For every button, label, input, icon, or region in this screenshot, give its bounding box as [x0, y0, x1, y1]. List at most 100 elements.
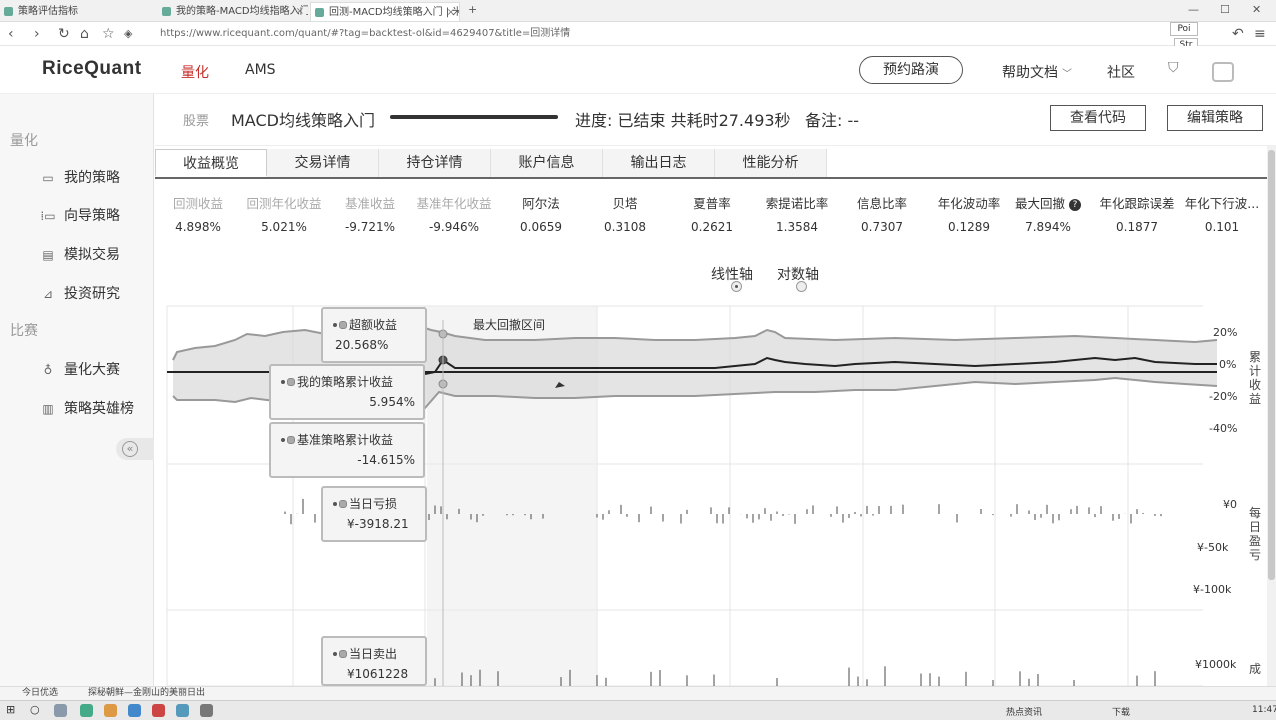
help-docs-menu[interactable]: 帮助文档 ﹀: [1002, 62, 1072, 82]
scrollbar-thumb[interactable]: [1268, 150, 1275, 580]
wizard-icon: ⁞▭: [40, 209, 56, 223]
returns-tick: 20%: [1213, 326, 1238, 339]
maximize-button[interactable]: ☐: [1220, 3, 1230, 16]
book-demo-button[interactable]: 预约路演: [859, 56, 963, 84]
app-icon[interactable]: [128, 704, 141, 717]
metric-value: 0.1877: [1116, 220, 1158, 234]
strategy-type-label: 股票: [183, 114, 210, 129]
backtest-note: 备注: --: [805, 111, 860, 130]
home-icon[interactable]: ⌂: [80, 25, 89, 43]
sidebar-item-wizard-strategies[interactable]: ⁞▭ 向导策略: [40, 205, 120, 225]
ricequant-logo[interactable]: RiceQuant: [42, 58, 142, 80]
user-icon[interactable]: ⛉: [1168, 60, 1179, 76]
log-axis-radio[interactable]: [796, 281, 807, 292]
task-view-icon[interactable]: [54, 704, 67, 717]
metric-value: -9.721%: [344, 220, 396, 234]
tooltip-label: 我的策略累计收益: [271, 372, 423, 392]
avatar[interactable]: [1212, 62, 1234, 82]
close-window-button[interactable]: ✕: [1252, 3, 1261, 16]
metric-downside-vol: 年化下行波... 0.101: [1177, 190, 1267, 236]
undo-icon[interactable]: ↶: [1232, 25, 1244, 43]
tooltip-label: 当日卖出: [323, 644, 425, 664]
os-taskbar: ⊞ ○ 热点资讯 下载 11:47: [0, 700, 1276, 720]
news-label[interactable]: 今日优选: [22, 687, 58, 700]
sidebar-section-quant: 量化: [10, 133, 38, 149]
pnl-axis-title: 每日盈亏: [1248, 506, 1261, 562]
sidebar-item-sim-trading[interactable]: ▤ 模拟交易: [40, 244, 120, 264]
benchmark-return-tooltip: 基准策略累计收益 -14.615%: [269, 422, 425, 478]
sell-axis-title: 成: [1248, 662, 1261, 676]
tab-performance[interactable]: 性能分析: [715, 149, 827, 177]
back-icon[interactable]: ‹: [8, 25, 14, 43]
close-icon[interactable]: ×: [447, 3, 455, 21]
new-tab-button[interactable]: +: [468, 3, 477, 16]
clock: 11:47: [1252, 705, 1276, 715]
view-code-button[interactable]: 查看代码: [1050, 105, 1146, 131]
refresh-icon[interactable]: ↻: [58, 25, 70, 43]
close-icon[interactable]: ×: [296, 2, 304, 21]
edit-strategy-button[interactable]: 编辑策略: [1167, 105, 1263, 131]
metric-benchmark-annual: 基准年化收益 -9.946%: [409, 190, 499, 236]
extension-popup[interactable]: Poi: [1170, 22, 1198, 36]
browser-tab-active[interactable]: 回测-MACD均线策略入门 | 米筐 ×: [310, 2, 460, 21]
tooltip-label: 当日亏损: [323, 494, 425, 514]
metric-label: 最大回撤 ?: [1003, 190, 1093, 218]
search-icon[interactable]: ○: [30, 703, 40, 716]
sidebar-collapse-button[interactable]: «: [116, 438, 154, 460]
news-headline[interactable]: 探秘朝鲜—金刚山的美丽日出: [88, 687, 205, 700]
community-link[interactable]: 社区: [1107, 62, 1135, 82]
sidebar-item-label: 模拟交易: [64, 247, 120, 263]
star-icon[interactable]: ☆: [102, 25, 115, 43]
app-icon[interactable]: [176, 704, 189, 717]
strategy-info-bar: 股票 MACD均线策略入门 进度: 已结束 共耗时27.493秒 备注: -- …: [155, 94, 1276, 146]
app-icon[interactable]: [80, 704, 93, 717]
pnl-tick: ¥0: [1223, 498, 1237, 511]
shield-icon[interactable]: ◈: [124, 25, 132, 43]
sidebar-item-my-strategies[interactable]: ▭ 我的策略: [40, 167, 120, 187]
tab-overview[interactable]: 收益概览: [155, 149, 267, 177]
app-icon[interactable]: [152, 704, 165, 717]
metric-sharpe: 夏普率 0.2621: [667, 190, 757, 236]
tab-log[interactable]: 输出日志: [603, 149, 715, 177]
browser-tab[interactable]: 策略评估指标: [0, 2, 150, 21]
sidebar-item-contest[interactable]: ♁ 量化大赛: [40, 359, 120, 379]
page-scrollbar[interactable]: [1267, 146, 1276, 686]
nav-ams[interactable]: AMS: [245, 62, 276, 78]
minimize-button[interactable]: —: [1188, 3, 1199, 16]
metric-annual-return: 回测年化收益 5.021%: [239, 190, 329, 236]
metric-value: 0.2621: [691, 220, 733, 234]
tooltip-value: ¥-3918.21: [347, 517, 409, 531]
app-icon[interactable]: [200, 704, 213, 717]
help-icon[interactable]: ?: [1069, 199, 1081, 211]
tab-account[interactable]: 账户信息: [491, 149, 603, 177]
chart-box-icon: ▭: [42, 171, 54, 185]
tooltip-value: 5.954%: [369, 395, 415, 409]
forward-icon[interactable]: ›: [34, 25, 40, 43]
tab-positions[interactable]: 持仓详情: [379, 149, 491, 177]
tab-trades[interactable]: 交易详情: [267, 149, 379, 177]
app-icon[interactable]: [104, 704, 117, 717]
tooltip-label: 超额收益: [323, 315, 425, 335]
metrics-row: 回测收益 4.898% 回测年化收益 5.021% 基准收益 -9.721% 基准年化…: [155, 190, 1267, 250]
backtest-chart[interactable]: 最大回撤区间 20% 0% -20% -40% 累计收益 ¥0 ¥-50k ¥-…: [155, 300, 1267, 686]
strategy-return-tooltip: 我的策略累计收益 5.954%: [269, 364, 425, 420]
help-docs-label: 帮助文档: [1002, 65, 1058, 81]
browser-tab[interactable]: 我的策略-MACD均线指略入门 | ×: [158, 2, 308, 21]
metric-backtest-return: 回测收益 4.898%: [153, 190, 243, 236]
nav-quant[interactable]: 量化: [181, 62, 209, 82]
download-tray[interactable]: 下载: [1112, 705, 1130, 718]
sidebar-item-research[interactable]: ⊿ 投资研究: [40, 283, 120, 303]
start-icon[interactable]: ⊞: [6, 703, 15, 716]
sidebar-item-label: 我的策略: [64, 170, 120, 186]
menu-icon[interactable]: ≡: [1254, 25, 1266, 43]
returns-tick: -20%: [1209, 390, 1238, 403]
sidebar-item-leaderboard[interactable]: ▥ 策略英雄榜: [40, 398, 134, 418]
progress-bar: [390, 115, 558, 119]
linear-axis-radio[interactable]: [731, 281, 742, 292]
linear-axis-option[interactable]: 线性轴: [711, 264, 753, 284]
hot-news-tray[interactable]: 热点资讯: [1006, 705, 1042, 718]
tooltip-value: -14.615%: [357, 453, 415, 467]
metric-label: 阿尔法: [522, 196, 560, 211]
url-input[interactable]: https://www.ricequant.com/quant/#?tag=ba…: [160, 26, 570, 42]
metric-label: 年化下行波...: [1184, 196, 1260, 211]
